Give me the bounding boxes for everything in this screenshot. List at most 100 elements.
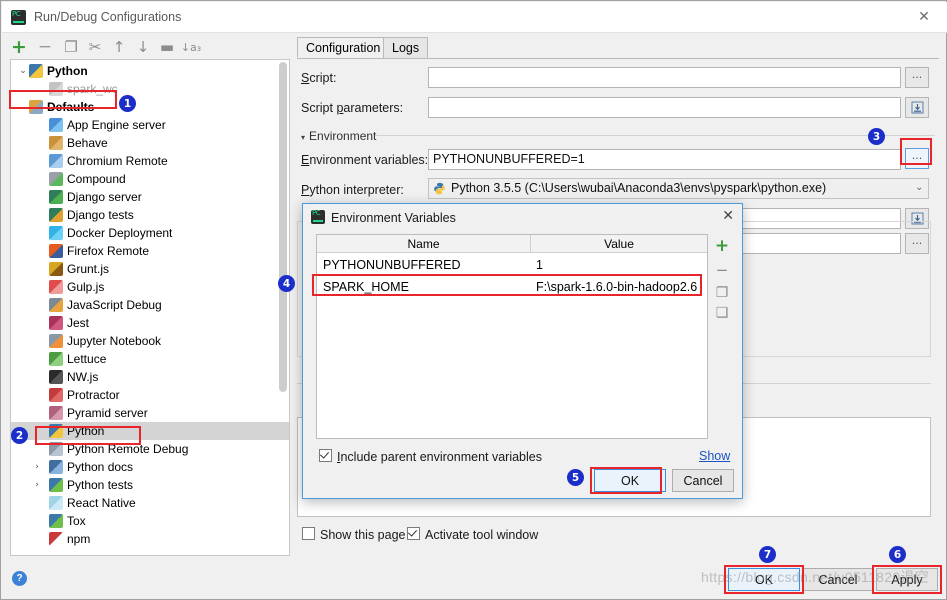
activate-tool-window-checkbox[interactable]: Activate tool window xyxy=(407,527,538,542)
add-icon[interactable]: + xyxy=(9,37,29,57)
tree-item-docker-deployment[interactable]: Docker Deployment xyxy=(11,224,289,242)
tree-item-compound[interactable]: Compound xyxy=(11,170,289,188)
tree-item-label: Lettuce xyxy=(67,350,106,368)
tree-item-label: Protractor xyxy=(67,386,120,404)
tree-item-javascript-debug[interactable]: JavaScript Debug xyxy=(11,296,289,314)
protractor-icon xyxy=(49,388,63,402)
edit-templates-icon[interactable]: ✂ xyxy=(85,37,105,57)
table-row-value[interactable]: 1 xyxy=(530,254,713,276)
chevron-down-icon[interactable]: ⌄ xyxy=(915,182,933,193)
tree-item-nw-js[interactable]: NW.js xyxy=(11,368,289,386)
title-bar: Run/Debug Configurations ✕ xyxy=(2,2,947,33)
lettuce-icon xyxy=(49,352,63,366)
environment-variables-browse-button[interactable]: ··· xyxy=(905,148,929,169)
grunt-icon xyxy=(49,262,63,276)
annotation-badge-1: 1 xyxy=(119,95,136,112)
move-down-icon[interactable]: ↓ xyxy=(133,37,153,57)
script-parameters-input[interactable] xyxy=(428,97,901,118)
tree-item-lettuce[interactable]: Lettuce xyxy=(11,350,289,368)
modal-title: Environment Variables xyxy=(331,211,456,225)
folder-icon[interactable]: ▬ xyxy=(157,37,177,57)
show-this-page-checkbox[interactable]: Show this page xyxy=(302,527,405,542)
python-interpreter-combo[interactable]: Python 3.5.5 (C:\Users\wubai\Anaconda3\e… xyxy=(428,178,929,199)
remove-icon[interactable]: − xyxy=(35,37,55,57)
environment-variables-dialog: Environment Variables ✕ Name Value PYTHO… xyxy=(302,203,743,499)
chevron-right-icon[interactable]: › xyxy=(31,458,43,476)
tree-scrollbar[interactable] xyxy=(279,62,287,555)
tree-item-label: Compound xyxy=(67,170,126,188)
tree-item-python-remote-debug[interactable]: Python Remote Debug xyxy=(11,440,289,458)
chevron-right-icon[interactable]: › xyxy=(31,476,43,494)
behave-icon xyxy=(49,136,63,150)
close-icon[interactable]: ✕ xyxy=(901,2,947,32)
tree-item-grunt-js[interactable]: Grunt.js xyxy=(11,260,289,278)
tree-item-spark-wc[interactable]: spark_wc xyxy=(11,80,289,98)
tree-item-react-native[interactable]: React Native xyxy=(11,494,289,512)
jupyter-icon xyxy=(49,334,63,348)
tree-item-protractor[interactable]: Protractor xyxy=(11,386,289,404)
script-parameters-macro-button[interactable] xyxy=(905,97,929,118)
chevron-down-icon[interactable]: ⌄ xyxy=(17,62,29,80)
tree-item-python[interactable]: Python xyxy=(11,422,289,440)
include-parent-environment-checkbox[interactable]: Include parent environment variables xyxy=(319,449,542,464)
table-row-value[interactable]: F:\spark-1.6.0-bin-hadoop2.6 xyxy=(530,276,713,298)
remove-variable-icon[interactable]: − xyxy=(713,261,731,279)
copy-variable-icon[interactable]: ❐ xyxy=(713,284,731,302)
table-row-name[interactable]: PYTHONUNBUFFERED xyxy=(317,254,536,276)
environment-variables-table[interactable]: Name Value PYTHONUNBUFFERED 1 SPARK_HOME… xyxy=(316,234,708,439)
copy-icon[interactable]: ❐ xyxy=(61,37,81,57)
tree-item-firefox-remote[interactable]: Firefox Remote xyxy=(11,242,289,260)
tree-item-python-tests[interactable]: › Python tests xyxy=(11,476,289,494)
paste-variable-icon[interactable]: ❑ xyxy=(713,304,731,322)
tree-item-jest[interactable]: Jest xyxy=(11,314,289,332)
tab-configuration[interactable]: Configuration xyxy=(297,37,389,58)
configurations-tree[interactable]: ⌄Pythonspark_wc⌄DefaultsApp Engine serve… xyxy=(10,59,290,556)
show-link[interactable]: Show xyxy=(699,449,730,463)
table-row-name[interactable]: SPARK_HOME xyxy=(317,276,536,298)
tree-item-label: Python Remote Debug xyxy=(67,440,188,458)
modal-ok-button[interactable]: OK xyxy=(594,469,666,492)
tree-item-defaults[interactable]: ⌄Defaults xyxy=(11,98,289,116)
chevron-down-icon: ▾ xyxy=(301,133,305,142)
tree-item-python-docs[interactable]: ›Python docs xyxy=(11,458,289,476)
add-variable-icon[interactable]: + xyxy=(713,237,731,255)
modal-cancel-button[interactable]: Cancel xyxy=(672,469,734,492)
tree-item-jupyter-notebook[interactable]: Jupyter Notebook xyxy=(11,332,289,350)
column-header-value[interactable]: Value xyxy=(530,235,707,253)
pyramid-icon xyxy=(49,406,63,420)
tab-logs[interactable]: Logs xyxy=(383,37,428,58)
checkbox-box xyxy=(302,527,315,540)
macro-icon xyxy=(911,101,924,114)
script-input[interactable] xyxy=(428,67,901,88)
environment-variables-input[interactable]: PYTHONUNBUFFERED=1 xyxy=(428,149,901,170)
tree-item-python[interactable]: ⌄Python xyxy=(11,62,289,80)
annotation-badge-2: 2 xyxy=(11,427,28,444)
script-browse-button[interactable]: ··· xyxy=(905,67,929,88)
tree-item-gulp-js[interactable]: Gulp.js xyxy=(11,278,289,296)
help-button[interactable]: ? xyxy=(12,571,27,586)
chevron-down-icon[interactable]: ⌄ xyxy=(17,98,29,116)
sort-alphabetically-icon[interactable]: ↓a₃ xyxy=(181,37,201,57)
tree-item-behave[interactable]: Behave xyxy=(11,134,289,152)
environment-section-label[interactable]: ▾Environment xyxy=(301,129,376,143)
tree-item-tox[interactable]: Tox xyxy=(11,512,289,530)
tree-item-app-engine-server[interactable]: App Engine server xyxy=(11,116,289,134)
javascript-debug-icon xyxy=(49,298,63,312)
tree-item-label: Firefox Remote xyxy=(67,242,149,260)
chromium-icon xyxy=(49,154,63,168)
tree-item-label: Pyramid server xyxy=(67,404,148,422)
tree-item-label: Jest xyxy=(67,314,89,332)
move-up-icon[interactable]: ↑ xyxy=(109,37,129,57)
tree-item-npm[interactable]: npm xyxy=(11,530,289,548)
column-header-name[interactable]: Name xyxy=(317,235,530,253)
tree-item-pyramid-server[interactable]: Pyramid server xyxy=(11,404,289,422)
tree-item-django-tests[interactable]: Django tests xyxy=(11,206,289,224)
tree-item-label: Gulp.js xyxy=(67,278,104,296)
tab-bar: Configuration Logs xyxy=(297,37,939,59)
python-icon xyxy=(49,424,63,438)
close-icon[interactable]: ✕ xyxy=(722,208,734,224)
tree-scrollbar-thumb[interactable] xyxy=(279,62,287,392)
tree-item-django-server[interactable]: Django server xyxy=(11,188,289,206)
tree-item-chromium-remote[interactable]: Chromium Remote xyxy=(11,152,289,170)
tree-item-label: Python tests xyxy=(67,476,133,494)
